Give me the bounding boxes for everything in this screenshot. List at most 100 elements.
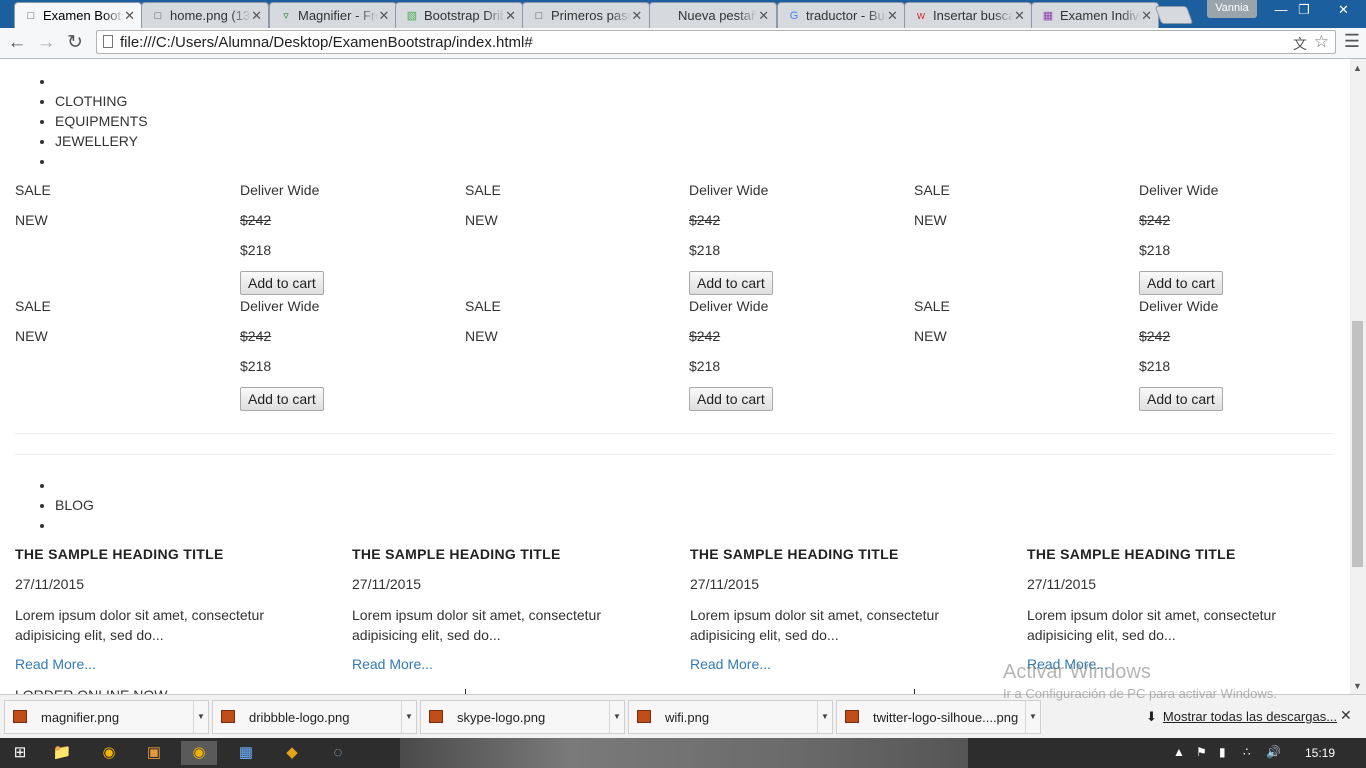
old-price: $242: [1139, 328, 1171, 344]
tab-2[interactable]: □ home.png (1366×768)✕: [141, 2, 269, 28]
add-to-cart-button[interactable]: Add to cart: [1139, 271, 1223, 295]
tab-close-icon[interactable]: ✕: [1014, 8, 1025, 24]
image-file-icon: [845, 710, 859, 723]
volume-icon[interactable]: 🔊: [1266, 745, 1281, 759]
download-item[interactable]: dribbble-logo.png ▼: [212, 700, 417, 734]
post-date: 27/11/2015: [690, 576, 760, 592]
wifi-icon[interactable]: ∴: [1243, 745, 1251, 759]
tab-5[interactable]: □ Primeros pasos✕: [522, 2, 650, 28]
chevron-down-icon[interactable]: ▼: [817, 701, 832, 733]
new-label: NEW: [15, 212, 48, 228]
add-to-cart-button[interactable]: Add to cart: [1139, 387, 1223, 411]
close-downloads-button[interactable]: ✕: [1340, 707, 1352, 724]
back-icon[interactable]: ←: [5, 31, 29, 55]
scroll-down-icon[interactable]: ▼: [1353, 681, 1362, 691]
tab-close-icon[interactable]: ✕: [631, 8, 643, 24]
chrome-icon[interactable]: ◉: [91, 741, 127, 765]
file-explorer-icon[interactable]: 📁: [44, 741, 80, 765]
tab-close-icon[interactable]: ✕: [1141, 8, 1152, 24]
scroll-up-icon[interactable]: ▲: [1353, 63, 1362, 73]
download-arrow-icon: ⬇: [1146, 709, 1157, 724]
tab-7[interactable]: Gtraductor - Buscar✕: [777, 2, 905, 28]
download-item[interactable]: wifi.png ▼: [628, 700, 833, 734]
download-item[interactable]: twitter-logo-silhoue....png ▼: [836, 700, 1041, 734]
read-more-link[interactable]: Read More...: [15, 655, 325, 674]
windows-start-icon[interactable]: ⊞: [2, 741, 38, 765]
tray-chevron-icon[interactable]: ▲: [1173, 745, 1185, 759]
post-excerpt: Lorem ipsum dolor sit amet, consectetur …: [15, 607, 264, 643]
address-bar[interactable]: file:///C:/Users/Alumna/Desktop/ExamenBo…: [96, 30, 1336, 54]
image-file-icon: [13, 710, 27, 723]
sale-label: SALE: [15, 182, 51, 198]
old-price: $242: [689, 328, 721, 344]
chrome-active-icon[interactable]: ◉: [181, 741, 217, 765]
tab-6[interactable]: Nueva pestaña ✕: [649, 2, 777, 28]
notepad-icon[interactable]: ▦: [228, 741, 264, 765]
tab-8[interactable]: w Insertar buscador✕: [904, 2, 1032, 28]
tab-close-icon[interactable]: ✕: [251, 8, 262, 24]
product-card: Deliver Wide $242 $218 Add to cart: [689, 297, 773, 411]
add-to-cart-button[interactable]: Add to cart: [240, 271, 324, 295]
old-price: $242: [240, 328, 272, 344]
price: $218: [1139, 358, 1171, 374]
add-to-cart-button[interactable]: Add to cart: [689, 387, 773, 411]
tab-3[interactable]: ▿ Magnifier - Free✕: [269, 2, 397, 28]
add-to-cart-button[interactable]: Add to cart: [689, 271, 773, 295]
app-diamond-icon[interactable]: ◆: [274, 741, 310, 765]
shop-category-nav: CLOTHINGEQUIPMENTSJEWELLERY: [0, 71, 148, 171]
download-item[interactable]: skype-logo.png ▼: [420, 700, 625, 734]
menu-icon[interactable]: ☰: [1344, 31, 1360, 52]
tab-label: traductor - Buscar: [806, 8, 887, 23]
scrollbar-thumb[interactable]: [1352, 321, 1363, 567]
chevron-down-icon[interactable]: ▼: [401, 701, 416, 733]
tab-close-icon[interactable]: ✕: [887, 8, 898, 24]
shop-nav-item[interactable]: CLOTHING: [55, 91, 148, 111]
bookmark-star-icon[interactable]: ☆: [1314, 32, 1329, 52]
sale-label: SALE: [914, 298, 950, 314]
image-file-icon: [637, 710, 651, 723]
sale-label: SALE: [15, 298, 51, 314]
tab-close-icon[interactable]: ✕: [505, 8, 516, 24]
tab-close-icon[interactable]: ✕: [757, 8, 770, 24]
tab-close-icon[interactable]: ✕: [378, 8, 390, 24]
new-label: NEW: [15, 328, 48, 344]
flag-icon[interactable]: ⚑: [1196, 745, 1207, 759]
chevron-down-icon[interactable]: ▼: [1025, 701, 1040, 733]
restore-button[interactable]: ❐: [1287, 0, 1321, 20]
profile-badge[interactable]: Vannia: [1207, 0, 1257, 18]
add-to-cart-button[interactable]: Add to cart: [240, 387, 324, 411]
product-title: Deliver Wide: [240, 298, 320, 314]
tab-label: Magnifier - Free: [298, 8, 378, 23]
download-item[interactable]: magnifier.png ▼: [4, 700, 209, 734]
tab-close-icon[interactable]: ✕: [124, 8, 135, 24]
battery-icon[interactable]: ▮: [1219, 745, 1226, 759]
tab-label: Examen Bootstrap: [43, 8, 124, 23]
blog-post: THE SAMPLE HEADING TITLE 27/11/2015 Lorem …: [1027, 545, 1337, 674]
close-window-button[interactable]: ✕: [1321, 0, 1366, 20]
chevron-down-icon[interactable]: ▼: [609, 701, 624, 733]
tab-label: Primeros pasos: [551, 8, 631, 23]
old-price: $242: [689, 212, 721, 228]
tab-4[interactable]: ▧ Bootstrap Dribbble✕: [395, 2, 523, 28]
reload-icon[interactable]: ↻: [63, 31, 87, 55]
show-all-downloads-link[interactable]: ⬇ Mostrar todas las descargas...: [1146, 709, 1337, 725]
sublime-icon[interactable]: ▣: [136, 741, 172, 765]
download-filename: dribbble-logo.png: [249, 710, 350, 725]
paint-icon[interactable]: ◌: [320, 741, 356, 765]
shop-nav-item[interactable]: EQUIPMENTS: [55, 111, 148, 131]
shop-nav-item[interactable]: JEWELLERY: [55, 131, 148, 151]
forward-icon[interactable]: →: [34, 31, 58, 55]
translate-icon[interactable]: 文: [1293, 34, 1307, 54]
taskbar-clock[interactable]: 15:19: [1305, 746, 1335, 760]
read-more-link[interactable]: Read More...: [352, 655, 662, 674]
product-badges: SALE NEW: [15, 297, 51, 357]
blog-nav-item[interactable]: BLOG: [55, 495, 94, 515]
tab-1[interactable]: □ Examen Bootstrap✕: [14, 2, 142, 28]
url-text[interactable]: file:///C:/Users/Alumna/Desktop/ExamenBo…: [120, 34, 533, 51]
chevron-down-icon[interactable]: ▼: [193, 701, 208, 733]
tab-9[interactable]: ▦ Examen Individual✕: [1031, 2, 1159, 28]
page-icon: □: [27, 9, 35, 22]
new-tab-button[interactable]: [1154, 6, 1194, 24]
page-scrollbar[interactable]: ▲ ▼: [1350, 59, 1366, 694]
read-more-link[interactable]: Read More...: [690, 655, 1000, 674]
